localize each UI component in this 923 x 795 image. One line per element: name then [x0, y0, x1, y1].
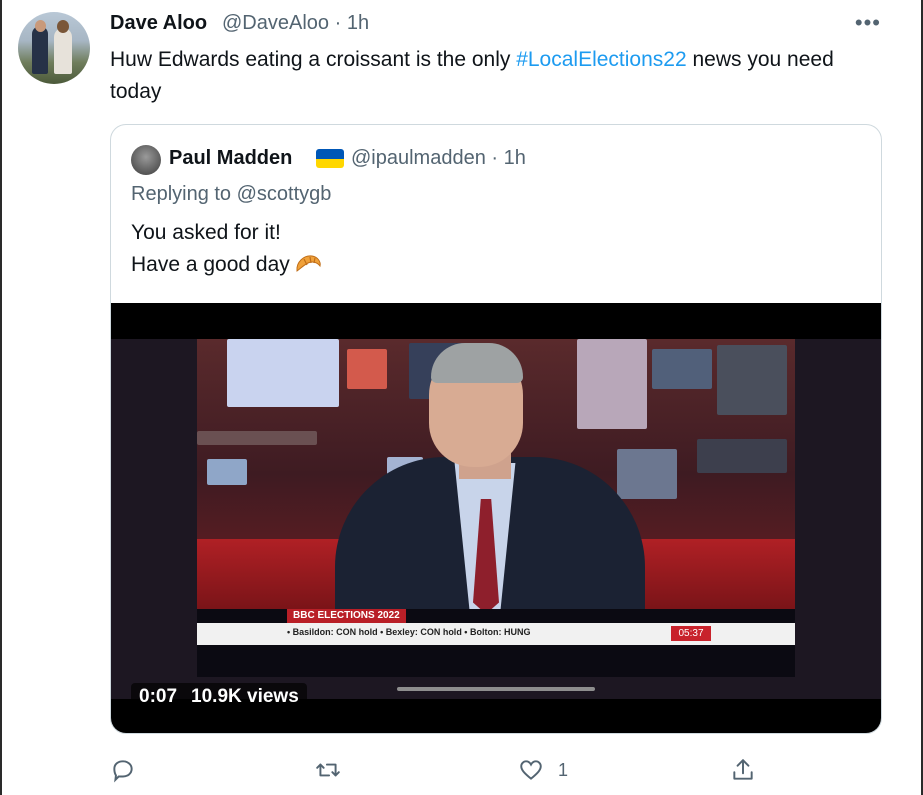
meta-separator: · [334, 12, 342, 34]
video-duration: 0:07 [139, 686, 178, 707]
author-handle[interactable]: @DaveAloo [222, 12, 329, 34]
quoted-line-1: You asked for it! [131, 221, 281, 244]
croissant-icon [296, 255, 321, 272]
quoted-tweet-time[interactable]: 1h [504, 147, 526, 169]
like-count: 1 [558, 759, 569, 780]
replying-to[interactable]: Replying to @scottygb [131, 183, 331, 206]
video-player[interactable]: BBC ELECTIONS 2022 • Basildon: CON hold … [111, 303, 881, 733]
video-stats: 0:07 10.9K views [131, 683, 307, 711]
tweet-text: Huw Edwards eating a croissant is the on… [110, 44, 880, 108]
ticker-clock: 05:37 [671, 626, 711, 641]
author-avatar[interactable] [18, 12, 90, 84]
tweet-text-part1: Huw Edwards eating a croissant is the on… [110, 48, 517, 71]
share-icon [733, 759, 753, 780]
more-options-icon[interactable]: ••• [855, 10, 881, 36]
quoted-author-name[interactable]: Paul Madden [169, 147, 292, 170]
hashtag-link[interactable]: #LocalElections22 [516, 48, 686, 71]
quoted-meta-separator: · [491, 147, 499, 169]
share-button[interactable] [730, 752, 756, 788]
ticker-title: BBC ELECTIONS 2022 [287, 609, 406, 623]
author-name[interactable]: Dave Aloo [110, 12, 207, 35]
video-scrubber[interactable] [397, 687, 595, 691]
heart-icon [520, 760, 542, 780]
quoted-author-avatar[interactable] [131, 145, 161, 175]
ukraine-flag-icon [316, 149, 344, 168]
ticker-text: • Basildon: CON hold • Bexley: CON hold … [287, 627, 531, 637]
left-frame-border [0, 0, 2, 795]
video-views: 10.9K views [191, 686, 299, 707]
video-frame: BBC ELECTIONS 2022 • Basildon: CON hold … [111, 339, 881, 699]
reply-button[interactable] [110, 752, 136, 788]
quoted-author-meta: @ipaulmadden · 1h [351, 147, 526, 170]
quoted-line-2: Have a good day [131, 249, 322, 281]
tweet-actions: 1 [110, 752, 880, 788]
author-meta: @DaveAloo · 1h [222, 12, 369, 35]
retweet-icon [316, 763, 340, 777]
quoted-author-handle[interactable]: @ipaulmadden [351, 147, 486, 169]
quoted-tweet-text: You asked for it! Have a good day [131, 217, 322, 281]
retweet-button[interactable] [315, 752, 341, 788]
quoted-tweet[interactable]: Paul Madden @ipaulmadden · 1h Replying t… [110, 124, 882, 734]
reply-icon [113, 760, 133, 783]
like-button[interactable]: 1 [518, 752, 568, 788]
tweet-time[interactable]: 1h [347, 12, 369, 34]
